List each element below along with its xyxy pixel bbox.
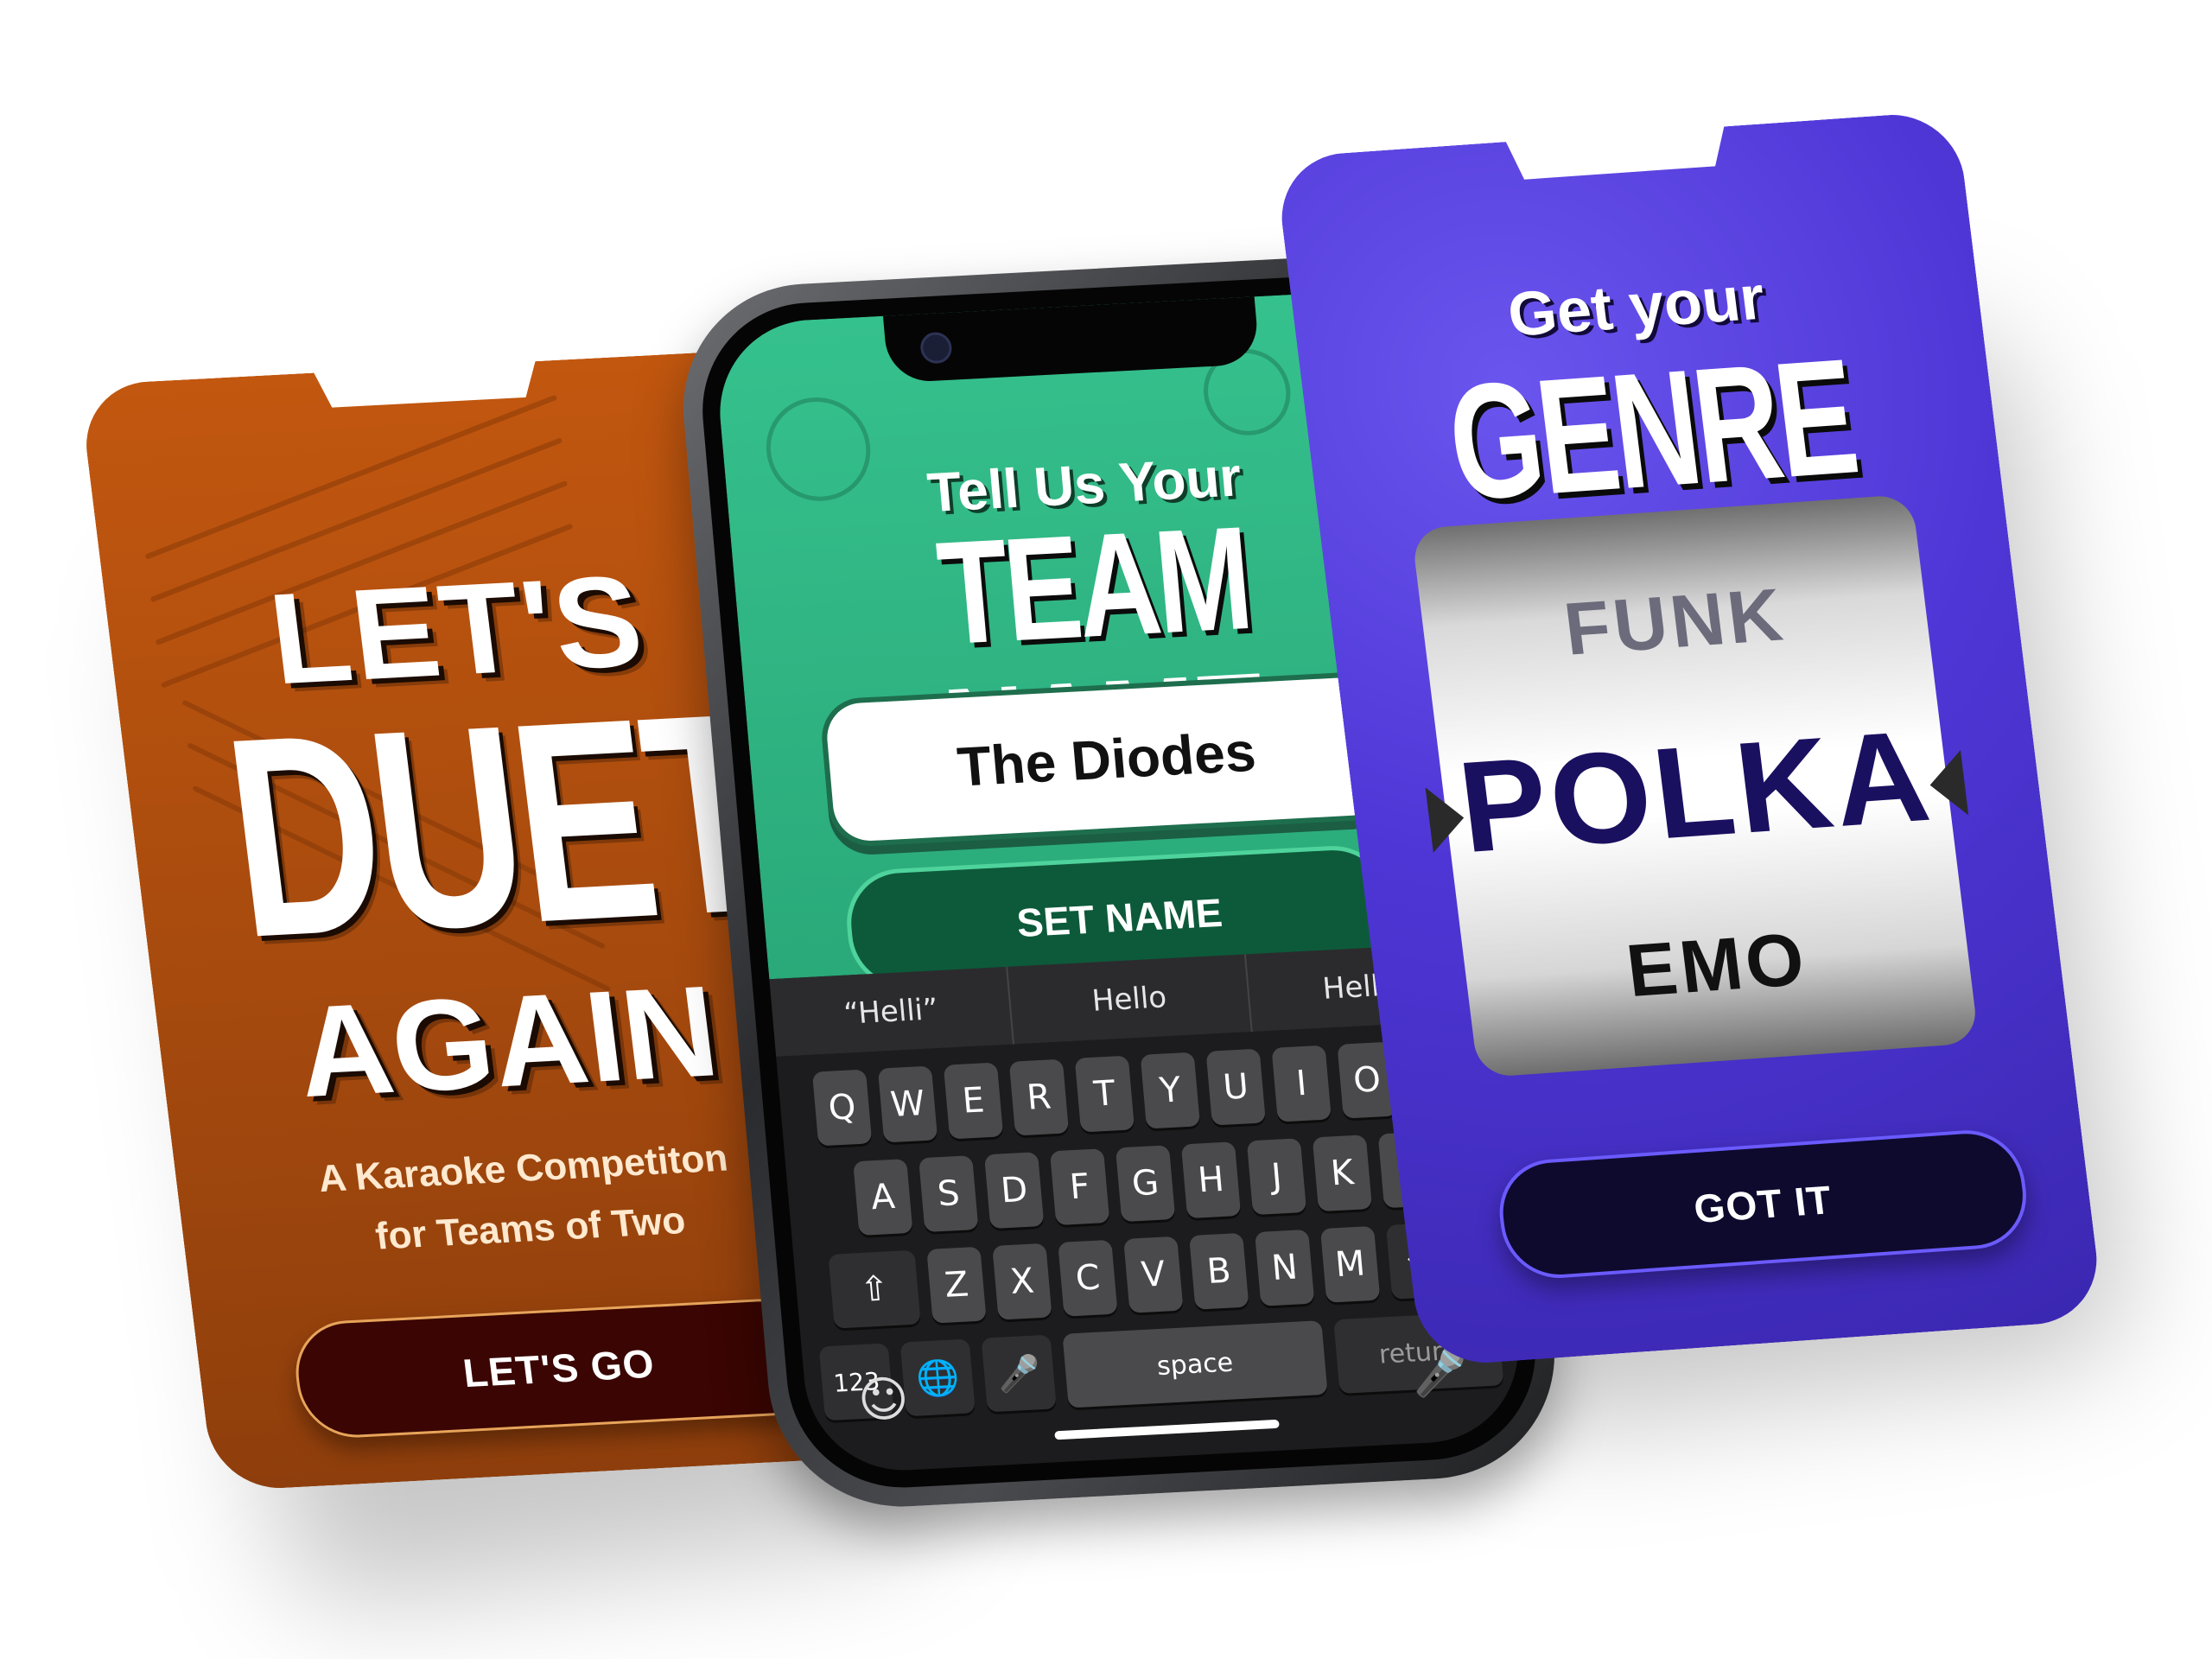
- emoji-icon[interactable]: ☺: [855, 1370, 911, 1429]
- key-z[interactable]: Z: [926, 1246, 987, 1324]
- key-h[interactable]: H: [1180, 1141, 1242, 1219]
- shift-key-icon[interactable]: ⇧: [828, 1249, 921, 1329]
- genre-option-polka-selected: POLKA: [1451, 702, 1940, 880]
- genre-option-emo: EMO: [1622, 918, 1812, 1013]
- key-i[interactable]: I: [1271, 1045, 1332, 1122]
- suggestion-1[interactable]: “Helli”: [769, 966, 1014, 1057]
- genre-slot-drum[interactable]: FUNK POLKA EMO: [1411, 494, 1979, 1078]
- key-r[interactable]: R: [1008, 1058, 1070, 1136]
- key-y[interactable]: Y: [1140, 1052, 1201, 1129]
- key-row-3: ⇧ Z X C V B N M ⌫: [793, 1219, 1513, 1331]
- key-f[interactable]: F: [1049, 1148, 1110, 1226]
- key-s[interactable]: S: [918, 1155, 979, 1233]
- key-g[interactable]: G: [1115, 1145, 1176, 1223]
- globe-icon[interactable]: 🌐: [899, 1338, 976, 1417]
- key-e[interactable]: E: [943, 1062, 1004, 1140]
- suggestion-2[interactable]: Hello: [1007, 954, 1253, 1045]
- lets-go-button[interactable]: LET'S GO: [289, 1296, 828, 1440]
- key-c[interactable]: C: [1058, 1239, 1118, 1317]
- key-n[interactable]: N: [1254, 1229, 1315, 1306]
- space-key[interactable]: space: [1062, 1320, 1328, 1408]
- team-name-input[interactable]: The Diodes: [818, 670, 1395, 849]
- key-w[interactable]: W: [877, 1065, 938, 1143]
- key-v[interactable]: V: [1123, 1236, 1184, 1313]
- key-u[interactable]: U: [1205, 1048, 1266, 1126]
- genre-option-funk: FUNK: [1560, 573, 1790, 671]
- title-duet: DUET: [212, 652, 786, 997]
- key-q[interactable]: Q: [811, 1069, 873, 1147]
- microphone-icon[interactable]: 🎤: [981, 1334, 1057, 1413]
- key-t[interactable]: T: [1074, 1055, 1135, 1133]
- got-it-button[interactable]: GOT IT: [1493, 1127, 2032, 1281]
- key-x[interactable]: X: [992, 1243, 1052, 1320]
- key-a[interactable]: A: [853, 1159, 913, 1236]
- key-k[interactable]: K: [1312, 1135, 1373, 1212]
- key-d[interactable]: D: [983, 1152, 1045, 1230]
- key-j[interactable]: J: [1246, 1138, 1307, 1216]
- camera-icon: [918, 331, 953, 365]
- key-b[interactable]: B: [1189, 1232, 1249, 1310]
- key-m[interactable]: M: [1319, 1225, 1381, 1303]
